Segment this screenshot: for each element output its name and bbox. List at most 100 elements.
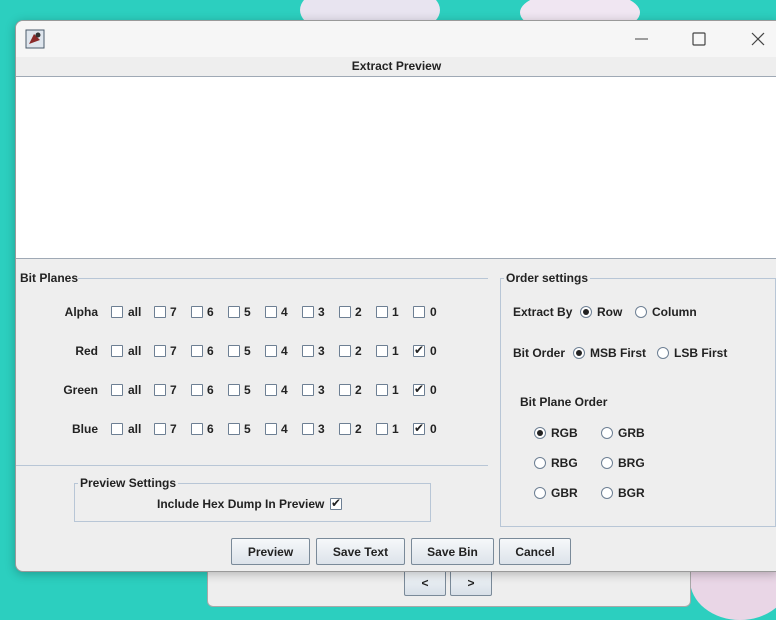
bit-plane-checkbox[interactable]: [154, 384, 166, 396]
bit-plane-checkbox[interactable]: [228, 423, 240, 435]
order-settings-title: Order settings: [504, 271, 591, 285]
plane-order-label: GBR: [551, 486, 578, 500]
plane-order-radio[interactable]: [534, 427, 546, 439]
bit-plane-checkbox[interactable]: [339, 345, 351, 357]
plane-order-radio[interactable]: [534, 457, 546, 469]
bit-plane-checkbox[interactable]: ✔: [413, 382, 425, 396]
bit-plane-checkbox[interactable]: [302, 306, 314, 318]
bit-plane-checkbox[interactable]: ✔: [413, 343, 425, 357]
bit-plane-checkbox[interactable]: [339, 384, 351, 396]
bit-plane-checkbox[interactable]: [191, 423, 203, 435]
bit-plane-checkbox[interactable]: [111, 345, 123, 357]
bit-plane-column-label: 6: [207, 422, 214, 436]
bit-plane-checkbox[interactable]: [154, 306, 166, 318]
bit-plane-checkbox[interactable]: [413, 306, 425, 318]
extract-by-row-label: Row: [597, 305, 623, 319]
bit-plane-column-label: 7: [170, 344, 177, 358]
extract-preview-dialog: Extract Preview Bit Planes Alpha all 7 6 5 4 3…: [15, 20, 776, 572]
preview-title: Extract Preview: [351, 59, 442, 73]
bit-plane-column-label: 6: [207, 344, 214, 358]
bit-plane-checkbox[interactable]: [302, 384, 314, 396]
bit-plane-column-label: 7: [170, 422, 177, 436]
preview-settings-title: Preview Settings: [78, 476, 179, 490]
msb-first-label: MSB First: [590, 346, 647, 360]
bit-plane-column-label: 1: [392, 344, 399, 358]
bit-plane-column-label: 0: [430, 305, 437, 319]
bit-plane-column-label: 1: [392, 383, 399, 397]
extract-by-row-radio[interactable]: [580, 306, 592, 318]
bit-plane-checkbox[interactable]: ✔: [413, 421, 425, 435]
preview-button[interactable]: Preview: [231, 538, 310, 565]
bit-plane-column-label: 5: [244, 305, 251, 319]
bit-plane-checkbox[interactable]: [228, 306, 240, 318]
bit-plane-checkbox[interactable]: [339, 306, 351, 318]
bit-plane-checkbox[interactable]: [228, 345, 240, 357]
bit-plane-column-label: all: [128, 422, 142, 436]
previous-button[interactable]: <: [404, 570, 446, 596]
bit-plane-checkbox[interactable]: [376, 384, 388, 396]
hex-dump-label: Include Hex Dump In Preview: [157, 497, 325, 511]
extract-preview-area[interactable]: [16, 76, 776, 259]
bit-plane-checkbox[interactable]: [191, 345, 203, 357]
bit-plane-column-label: 4: [281, 344, 288, 358]
save-bin-button[interactable]: Save Bin: [411, 538, 494, 565]
bit-plane-checkbox[interactable]: [154, 423, 166, 435]
bit-plane-row-label: Alpha: [64, 305, 98, 319]
bit-plane-checkbox[interactable]: [265, 423, 277, 435]
lsb-first-radio[interactable]: [657, 347, 669, 359]
check-icon: ✔: [331, 496, 342, 510]
bit-plane-column-label: 0: [430, 422, 437, 436]
bit-plane-checkbox[interactable]: [339, 423, 351, 435]
separator-line: [16, 465, 488, 466]
bit-plane-checkbox[interactable]: [265, 345, 277, 357]
plane-order-radio[interactable]: [601, 487, 613, 499]
extract-by-column-radio[interactable]: [635, 306, 647, 318]
bit-plane-checkbox[interactable]: [191, 384, 203, 396]
bit-plane-checkbox[interactable]: [302, 345, 314, 357]
bit-planes-title: Bit Planes: [20, 271, 79, 285]
bit-plane-row-label: Green: [63, 383, 98, 397]
hex-dump-checkbox[interactable]: ✔: [330, 496, 342, 510]
bit-order-label: Bit Order: [513, 346, 566, 360]
bit-plane-checkbox[interactable]: [376, 306, 388, 318]
bit-plane-checkbox[interactable]: [265, 306, 277, 318]
plane-order-radio[interactable]: [534, 487, 546, 499]
plane-order-label: RBG: [551, 456, 578, 470]
bit-plane-column-label: 0: [430, 383, 437, 397]
bit-plane-checkbox[interactable]: [302, 423, 314, 435]
bit-plane-column-label: 1: [392, 305, 399, 319]
bit-plane-checkbox[interactable]: [265, 384, 277, 396]
minimize-icon[interactable]: [632, 29, 652, 49]
msb-first-radio[interactable]: [573, 347, 585, 359]
bit-plane-checkbox[interactable]: [376, 423, 388, 435]
bit-plane-column-label: all: [128, 383, 142, 397]
bit-planes-divider: [78, 278, 488, 279]
bit-plane-column-label: 4: [281, 383, 288, 397]
bit-plane-checkbox[interactable]: [228, 384, 240, 396]
extract-by-label: Extract By: [513, 305, 573, 319]
bit-plane-column-label: 2: [355, 383, 362, 397]
bit-plane-checkbox[interactable]: [154, 345, 166, 357]
plane-order-radio[interactable]: [601, 427, 613, 439]
close-icon[interactable]: [748, 29, 768, 49]
next-button[interactable]: >: [450, 570, 492, 596]
cancel-button[interactable]: Cancel: [499, 538, 571, 565]
maximize-icon[interactable]: [689, 29, 709, 49]
bit-plane-order-label: Bit Plane Order: [520, 395, 608, 409]
bit-plane-column-label: 5: [244, 383, 251, 397]
bit-plane-checkbox[interactable]: [376, 345, 388, 357]
bit-plane-checkbox[interactable]: [111, 306, 123, 318]
plane-order-radio[interactable]: [601, 457, 613, 469]
bit-plane-checkbox[interactable]: [191, 306, 203, 318]
title-bar[interactable]: [16, 21, 776, 57]
bit-plane-column-label: 3: [318, 383, 325, 397]
plane-order-label: RGB: [551, 426, 578, 440]
save-text-button[interactable]: Save Text: [316, 538, 405, 565]
extract-by-column-label: Column: [652, 305, 697, 319]
bit-plane-checkbox[interactable]: [111, 384, 123, 396]
app-icon: [25, 29, 45, 49]
bit-plane-checkbox[interactable]: [111, 423, 123, 435]
bit-plane-column-label: 4: [281, 305, 288, 319]
bit-plane-column-label: 3: [318, 305, 325, 319]
bit-plane-column-label: 6: [207, 305, 214, 319]
